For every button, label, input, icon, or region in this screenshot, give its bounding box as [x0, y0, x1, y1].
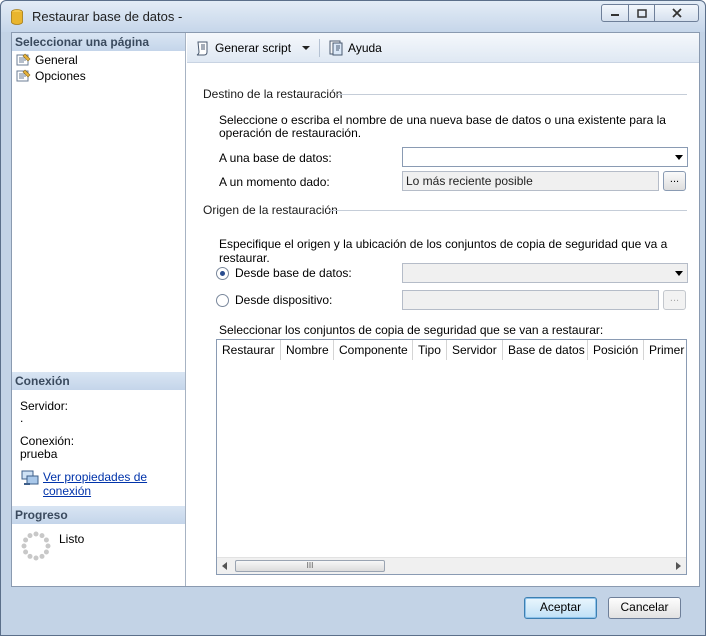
column-header-restaurar[interactable]: Restaurar [217, 340, 281, 360]
backup-sets-grid-header: Restaurar Nombre Componente Tipo Servido… [217, 340, 686, 360]
destination-description: Seleccione o escriba el nombre de una nu… [219, 113, 666, 140]
from-device-label[interactable]: Desde dispositivo: [235, 293, 332, 307]
progress-spinner-icon [21, 531, 51, 561]
page-item-opciones[interactable]: Opciones [15, 69, 86, 83]
close-button[interactable] [655, 4, 699, 22]
server-value: . [20, 411, 24, 425]
point-in-time-label: A un momento dado: [219, 175, 330, 189]
source-description: Especifique el origen y la ubicación de … [219, 237, 668, 265]
page-item-general[interactable]: General [15, 53, 78, 67]
column-header-posicion[interactable]: Posición [588, 340, 644, 360]
minimize-icon [611, 14, 619, 16]
server-label: Servidor: [20, 399, 69, 413]
help-icon [329, 40, 343, 55]
column-header-componente[interactable]: Componente [334, 340, 413, 360]
point-in-time-browse-button[interactable]: ... [663, 171, 686, 191]
help-button[interactable]: Ayuda [328, 40, 382, 56]
title-bar[interactable]: Restaurar base de datos - [1, 1, 705, 32]
connection-header: Conexión [12, 372, 185, 390]
from-database-radio[interactable] [216, 267, 229, 280]
restore-database-window: Restaurar base de datos - Seleccionar un… [0, 0, 706, 636]
maximize-icon [636, 8, 647, 18]
scroll-thumb[interactable]: III [235, 560, 385, 572]
source-divider [329, 210, 687, 211]
chevron-down-icon [675, 155, 683, 160]
right-panel: Generar script Ayuda Destino de la resta… [187, 33, 699, 586]
point-in-time-field: Lo más reciente posible [402, 171, 659, 191]
scroll-left-icon[interactable] [222, 562, 227, 570]
from-device-browse-button[interactable]: ... [663, 290, 686, 310]
chevron-down-icon[interactable] [301, 43, 311, 53]
ok-button[interactable]: Aceptar [524, 597, 597, 619]
script-icon [196, 41, 208, 55]
generate-script-label: Generar script [215, 40, 292, 55]
scroll-right-icon[interactable] [676, 562, 681, 570]
progress-header: Progreso [12, 506, 185, 524]
window-controls [601, 4, 699, 22]
from-device-radio[interactable] [216, 294, 229, 307]
connection-properties-link[interactable]: Ver propiedades de conexión [43, 470, 153, 498]
dialog-client-area: Seleccionar una página General Opciones … [11, 32, 700, 587]
maximize-button[interactable] [629, 4, 655, 22]
cancel-button[interactable]: Cancelar [608, 597, 681, 619]
source-group-title: Origen de la restauración [203, 203, 338, 217]
window-title: Restaurar base de datos - [32, 9, 183, 24]
destination-group-title: Destino de la restauración [203, 87, 343, 101]
column-header-primer-lsn[interactable]: Primer L [644, 340, 686, 360]
select-page-header: Seleccionar una página [12, 33, 185, 51]
column-header-servidor[interactable]: Servidor [447, 340, 503, 360]
page-icon [16, 53, 31, 66]
page-item-label: Opciones [35, 69, 86, 83]
generate-script-button[interactable]: Generar script [195, 40, 291, 56]
page-icon [16, 69, 31, 82]
backup-sets-grid[interactable]: Restaurar Nombre Componente Tipo Servido… [216, 339, 687, 575]
page-item-label: General [35, 53, 78, 67]
column-header-nombre[interactable]: Nombre [281, 340, 334, 360]
to-database-label: A una base de datos: [219, 151, 332, 165]
column-header-base-de-datos[interactable]: Base de datos [503, 340, 588, 360]
minimize-button[interactable] [601, 4, 629, 22]
connection-value: prueba [20, 447, 58, 461]
progress-status: Listo [59, 532, 85, 546]
backup-sets-label: Seleccionar los conjuntos de copia de se… [219, 323, 604, 337]
chevron-down-icon [675, 271, 683, 276]
toolbar-separator [319, 38, 321, 57]
help-label: Ayuda [348, 40, 382, 55]
toolbar: Generar script Ayuda [187, 33, 699, 63]
connection-properties-icon [21, 470, 39, 485]
from-device-field [402, 290, 659, 310]
to-database-combo[interactable] [402, 147, 688, 167]
column-header-tipo[interactable]: Tipo [413, 340, 447, 360]
database-icon [11, 9, 23, 25]
from-database-label[interactable]: Desde base de datos: [235, 266, 352, 280]
horizontal-scrollbar[interactable]: III [217, 557, 686, 574]
close-icon [671, 8, 682, 18]
connection-label: Conexión: [20, 434, 75, 448]
left-panel: Seleccionar una página General Opciones … [12, 33, 186, 586]
destination-divider [337, 94, 687, 95]
from-database-combo[interactable] [402, 263, 688, 283]
